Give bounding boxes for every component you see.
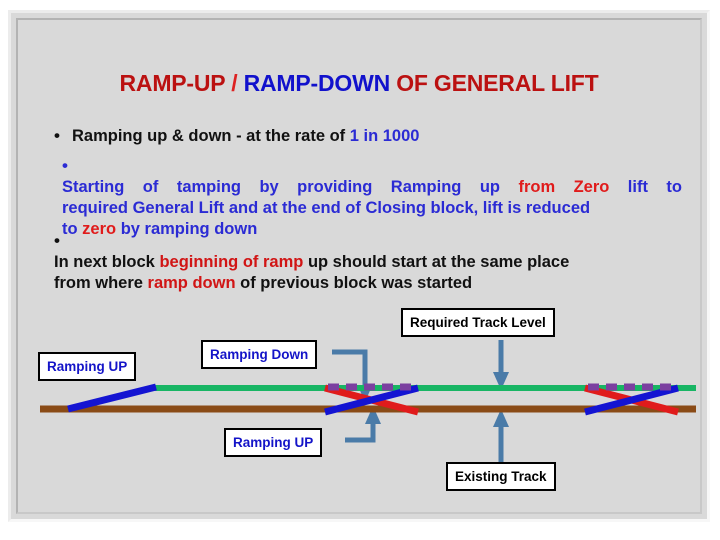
connector-ramping-up-bottom xyxy=(345,406,381,443)
connector-existing-track xyxy=(493,409,509,464)
bullet-item-3: • In next block beginning of ramp up sho… xyxy=(54,231,700,294)
bullet-3-line-1: In next block beginning of ramp up shoul… xyxy=(54,252,700,273)
slide-frame: RAMP-UP / RAMP-DOWN OF GENERAL LIFT • Ra… xyxy=(8,10,710,522)
ramp-down-line-right xyxy=(584,384,679,416)
bullet-marker: • xyxy=(62,156,68,175)
diagram-label-ramping-up-bottom: Ramping UP xyxy=(224,428,323,457)
ramp-up-line-middle xyxy=(324,384,419,416)
bullet-3-text-a: In next block xyxy=(54,253,160,271)
crossing-right xyxy=(584,383,679,416)
bullet-2-line-1: Starting of tamping by providing Ramping… xyxy=(62,177,682,198)
bullet-2-line-2: required General Lift and at the end of … xyxy=(62,199,591,217)
title-part-ramp-up: RAMP-UP xyxy=(119,70,226,96)
connector-required-track-level xyxy=(493,340,509,390)
bullet-2-text-b: lift to xyxy=(609,178,682,196)
bullet-marker: • xyxy=(54,231,60,250)
bullet-item-2: • Starting of tamping by providing Rampi… xyxy=(62,156,700,240)
connector-ramping-down xyxy=(332,349,372,402)
bullet-marker: • xyxy=(54,126,60,145)
ramp-up-line-right xyxy=(584,384,679,416)
bullet-item-1: • Ramping up & down - at the rate of 1 i… xyxy=(54,126,700,147)
bullet-3-text-ramp-down: ramp down xyxy=(147,274,236,292)
bullet-3-text-beginning-of-ramp: beginning of ramp xyxy=(159,253,304,271)
bullet-3-text-d: of previous block was started xyxy=(235,274,473,292)
bullet-3-text-c: from where xyxy=(54,274,148,292)
bullet-1-text-a: Ramping up & down - at the rate of xyxy=(72,127,350,145)
slide-content-area: RAMP-UP / RAMP-DOWN OF GENERAL LIFT • Ra… xyxy=(16,18,702,514)
ramp-up-line-left xyxy=(67,383,157,413)
title-separator: / xyxy=(225,70,244,96)
diagram-label-ramping-up-left: Ramping UP xyxy=(38,352,137,381)
bullet-3-line-2: from where ramp down of previous block w… xyxy=(54,273,700,294)
title-part-ramp-down: RAMP-DOWN xyxy=(243,70,391,96)
page-title: RAMP-UP / RAMP-DOWN OF GENERAL LIFT xyxy=(18,70,700,97)
bullet-2-text-a: Starting of tamping by providing Ramping… xyxy=(62,178,519,196)
bullet-1-text-rate: 1 in 1000 xyxy=(349,127,420,145)
title-part-of-general-lift: OF GENERAL LIFT xyxy=(390,70,599,96)
diagram-label-required-track-level: Required Track Level xyxy=(401,308,555,337)
diagram-label-existing-track: Existing Track xyxy=(446,462,556,491)
ramp-down-line-middle xyxy=(324,384,419,416)
crossing-middle xyxy=(324,383,419,416)
bullet-2-text-from-zero: from Zero xyxy=(518,178,610,196)
diagram-label-ramping-down: Ramping Down xyxy=(201,340,318,369)
bullet-3-text-b: up should start at the same place xyxy=(303,253,570,271)
